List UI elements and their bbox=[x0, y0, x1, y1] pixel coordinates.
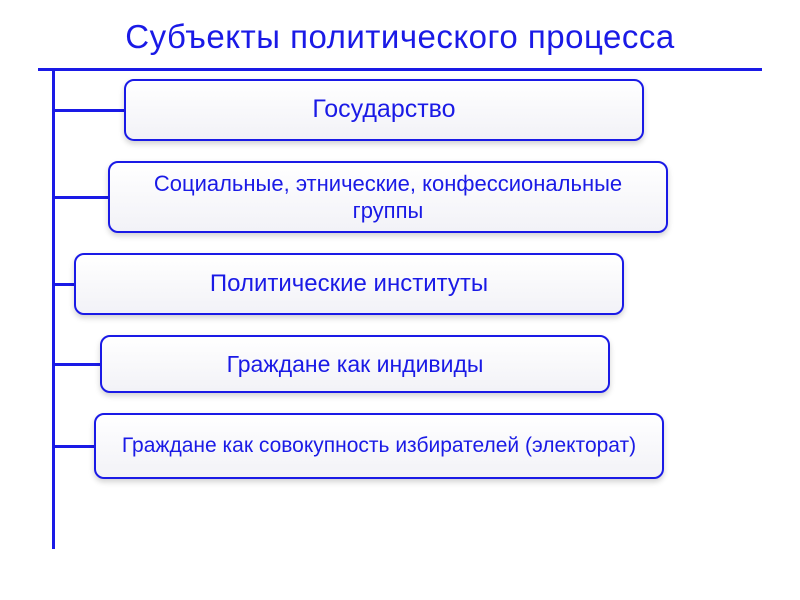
diagram-row: Политические институты bbox=[52, 253, 800, 315]
diagram-row: Граждане как совокупность избирателей (э… bbox=[52, 413, 800, 479]
page-title: Субъекты политического процесса bbox=[0, 0, 800, 68]
diagram-row: Граждане как индивиды bbox=[52, 335, 800, 393]
horizontal-connector bbox=[52, 363, 100, 366]
node-electorate: Граждане как совокупность избирателей (э… bbox=[94, 413, 664, 479]
horizontal-connector bbox=[52, 109, 124, 112]
diagram-row: Государство bbox=[52, 79, 800, 141]
node-social-groups: Социальные, этнические, конфессиональные… bbox=[108, 161, 668, 233]
horizontal-connector bbox=[52, 196, 108, 199]
diagram-row: Социальные, этнические, конфессиональные… bbox=[52, 161, 800, 233]
horizontal-connector bbox=[52, 283, 74, 286]
node-state: Государство bbox=[124, 79, 644, 141]
hierarchy-diagram: Государство Социальные, этнические, конф… bbox=[52, 71, 800, 479]
horizontal-connector bbox=[52, 445, 94, 448]
node-citizens-individuals: Граждане как индивиды bbox=[100, 335, 610, 393]
node-political-institutes: Политические институты bbox=[74, 253, 624, 315]
